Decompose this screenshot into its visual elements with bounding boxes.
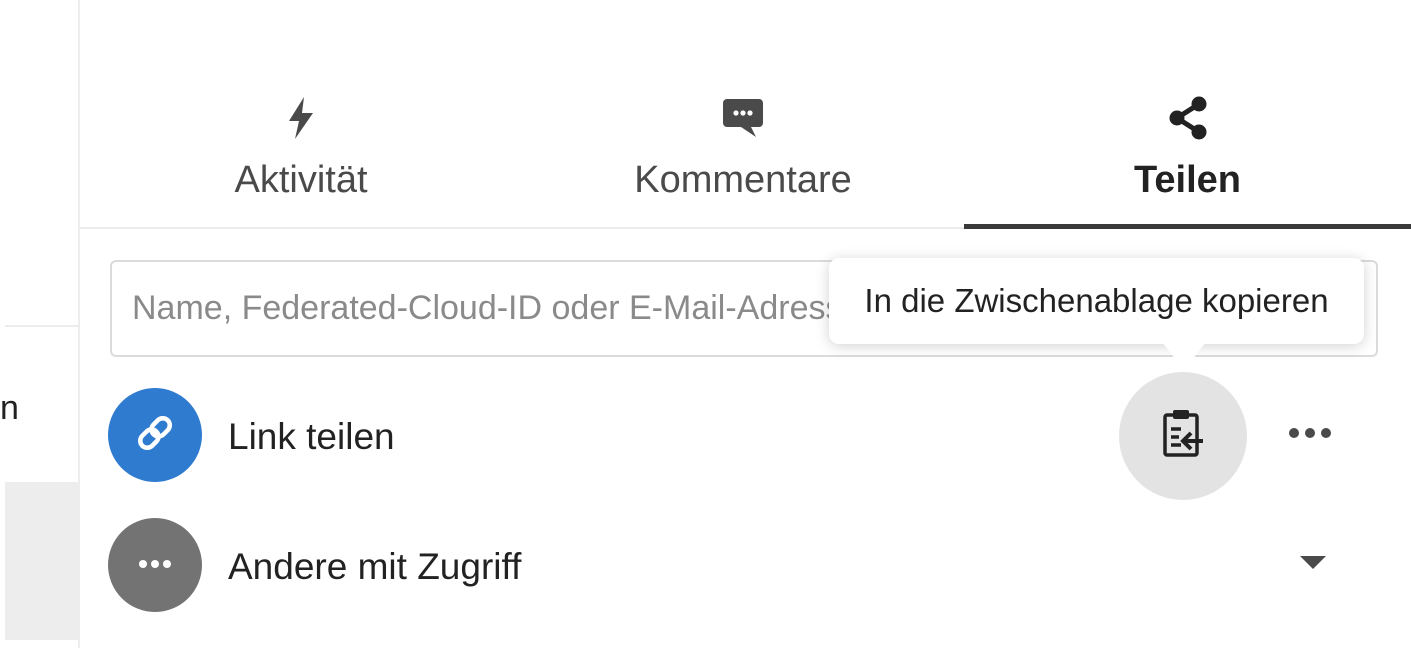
tab-sharing[interactable]: Teilen (964, 90, 1411, 230)
tab-active-indicator (964, 224, 1411, 229)
tab-comments-label: Kommentare (634, 159, 852, 201)
share-icon (1167, 96, 1209, 140)
share-link-row: Link teilen (108, 372, 1350, 500)
file-list-strip: n (0, 0, 78, 648)
clipboard-icon (1159, 409, 1207, 464)
others-with-access-row[interactable]: Andere mit Zugriff (108, 518, 1348, 614)
tab-activity-label: Aktivität (234, 159, 368, 201)
link-icon (133, 411, 177, 460)
tab-comments[interactable]: Kommentare (522, 90, 964, 230)
copy-tooltip-arrow (1162, 342, 1206, 370)
file-list-row-text[interactable]: n (0, 388, 19, 428)
expand-others-button[interactable] (1278, 540, 1348, 590)
more-horizontal-icon (138, 556, 172, 574)
link-actions-menu-button[interactable] (1270, 410, 1350, 460)
comment-icon (723, 96, 763, 140)
tab-activity[interactable]: Aktivität (80, 90, 522, 230)
copy-tooltip-text: In die Zwischenablage kopieren (864, 282, 1329, 319)
copy-link-button[interactable] (1119, 372, 1247, 500)
copy-tooltip: In die Zwischenablage kopieren (829, 258, 1364, 344)
lightning-icon (287, 96, 315, 140)
file-list-divider (5, 325, 78, 327)
share-link-label[interactable]: Link teilen (228, 415, 395, 459)
triangle-down-icon (1300, 555, 1326, 575)
file-list-selected-row[interactable] (5, 482, 78, 640)
others-avatar (108, 518, 202, 612)
more-horizontal-icon (1288, 426, 1332, 444)
others-with-access-label: Andere mit Zugriff (228, 546, 522, 587)
link-avatar (108, 388, 202, 482)
tab-sharing-label: Teilen (1134, 159, 1241, 201)
